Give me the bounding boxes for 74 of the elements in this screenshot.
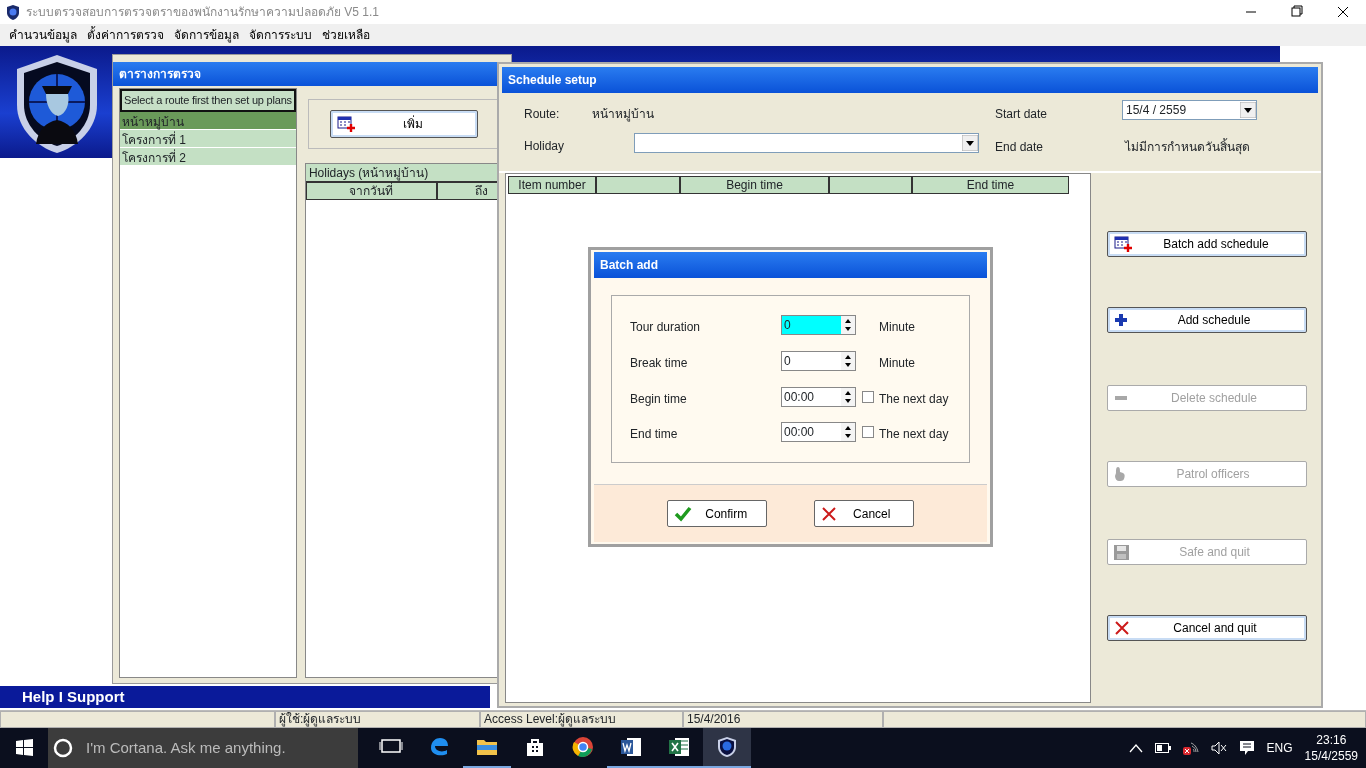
spin-field[interactable]: 0 <box>781 351 856 371</box>
field-label: End time <box>630 426 678 443</box>
chevron-up-icon[interactable] <box>1128 743 1143 753</box>
status-text: Access Level:ผู้ดูแลระบบ <box>480 711 683 728</box>
checkbox-label: The next day <box>879 391 949 408</box>
checkbox-label: The next day <box>879 426 949 443</box>
date-dropdown[interactable]: 15/4 / 2559 <box>1122 100 1257 120</box>
cross-icon <box>1114 620 1130 636</box>
calendar-add-icon <box>1114 236 1132 252</box>
language-indicator[interactable]: ENG <box>1266 739 1293 757</box>
holiday-dropdown[interactable] <box>634 133 979 153</box>
action-button[interactable]: Cancel and quit <box>1107 615 1307 641</box>
shield-icon <box>715 735 739 759</box>
clock-date: 15/4/2559 <box>1304 748 1358 764</box>
field-label: Tour duration <box>630 319 701 336</box>
taskbar-app[interactable] <box>703 728 751 768</box>
add-button[interactable]: เพิ่ม <box>329 110 478 138</box>
battery-icon[interactable] <box>1154 743 1171 753</box>
field-label: Route: <box>524 106 560 123</box>
column-header: Begin time <box>680 176 829 194</box>
spin-arrows-icon[interactable] <box>841 388 855 406</box>
menu-item[interactable]: ตั้งค่าการตรวจ <box>82 26 169 44</box>
spin-arrows-icon[interactable] <box>841 352 855 370</box>
help-support-text[interactable]: Help I Support <box>0 686 490 708</box>
dropdown-arrow-icon <box>1240 102 1256 118</box>
status-text: 15/4/2016 <box>683 711 883 728</box>
speaker-muted-icon[interactable] <box>1210 741 1227 755</box>
calendar-add-icon <box>336 116 355 132</box>
window-title: ตารางการตรวจ <box>119 66 201 83</box>
field-label: Start date <box>995 106 1048 123</box>
window-title: Schedule setup <box>508 72 597 89</box>
field-label: Begin time <box>630 391 687 408</box>
column-header: Item number <box>508 176 596 194</box>
action-button[interactable]: Add schedule <box>1107 307 1307 333</box>
list-header: Select a route first then set up plans <box>120 89 296 112</box>
document-icon <box>619 735 643 759</box>
spin-arrows-icon[interactable] <box>841 316 855 334</box>
menu-item[interactable]: ช่วยเหลือ <box>317 26 375 44</box>
check-icon <box>674 505 693 522</box>
wifi-off-icon[interactable] <box>1182 741 1199 755</box>
field-label: End date <box>995 139 1044 156</box>
notification-icon[interactable] <box>1238 740 1255 756</box>
field-value: ไม่มีการกำหนดวันสิ้นสุด <box>1125 138 1250 156</box>
spin-arrows-icon[interactable] <box>841 423 855 441</box>
dialog-button[interactable]: Confirm <box>667 500 768 527</box>
spin-field[interactable]: 00:00 <box>781 387 856 407</box>
field-label: Break time <box>630 355 688 372</box>
window-title: ระบบตรวจสอบการตรวจตราของพนักงานรักษาความปลอดภัย V5 1.1 <box>26 4 381 21</box>
column-header: จากวันที่ <box>305 182 437 200</box>
column-header: End time <box>912 176 1069 194</box>
dropdown-arrow-icon <box>962 135 978 151</box>
hand-icon <box>1114 466 1126 482</box>
status-text: ผู้ใช้:ผู้ดูแลระบบ <box>275 711 480 728</box>
spin-field[interactable]: 0 <box>781 315 856 335</box>
dialog-button[interactable]: Cancel <box>813 500 914 527</box>
checkbox[interactable] <box>862 426 874 438</box>
menu-item[interactable]: คำนวนข้อมูล <box>4 26 82 44</box>
browser-icon <box>571 735 595 759</box>
app-shield-icon <box>6 4 20 20</box>
field-value: หน้าหมู่บ้าน <box>592 106 654 123</box>
unit-label: Minute <box>879 319 916 336</box>
checkbox[interactable] <box>862 391 874 403</box>
action-button[interactable]: Batch add schedule <box>1107 231 1307 257</box>
menu-item[interactable]: จัดการระบบ <box>244 26 317 44</box>
field-label: Holiday <box>524 138 565 155</box>
spin-field[interactable]: 00:00 <box>781 422 856 442</box>
dialog-title: Batch add <box>600 257 658 274</box>
plus-icon <box>1114 313 1128 327</box>
unit-label: Minute <box>879 355 916 372</box>
cross-icon <box>820 505 837 522</box>
spreadsheet-icon <box>667 735 691 759</box>
clock-time: 23:16 <box>1315 732 1348 748</box>
menu-item[interactable]: จัดการข้อมูล <box>169 26 244 44</box>
search-box[interactable]: I'm Cortana. Ask me anything. <box>48 728 358 768</box>
